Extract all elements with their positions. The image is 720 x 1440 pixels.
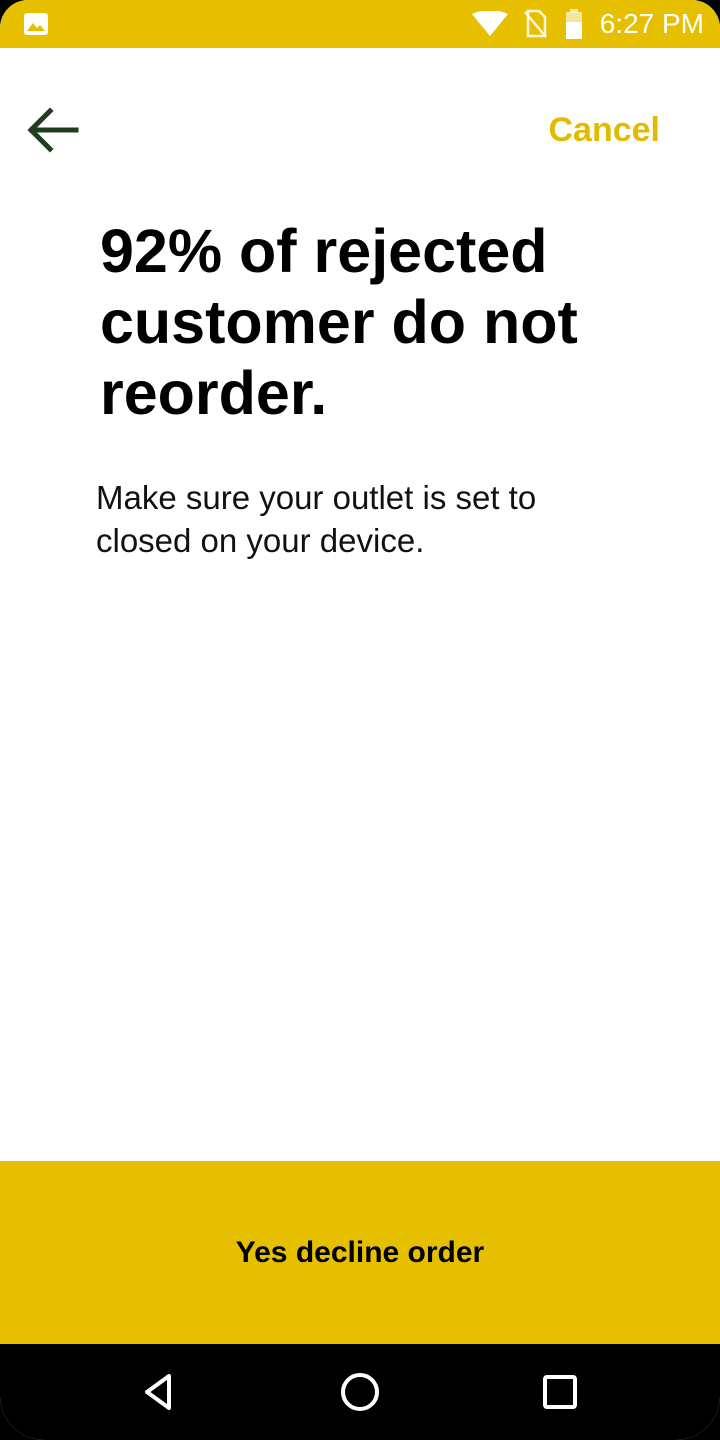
battery-icon (566, 9, 582, 39)
triangle-back-icon (145, 1374, 171, 1410)
decline-order-button[interactable]: Yes decline order (0, 1161, 720, 1344)
wifi-icon (472, 11, 508, 36)
no-sim-icon (524, 9, 547, 38)
nav-home-button[interactable] (336, 1368, 384, 1416)
arrow-left-icon (27, 107, 79, 153)
screen: 6:27 PM Cancel 92% of rejected customer … (0, 0, 720, 1440)
navigation-bar (0, 1344, 720, 1440)
gallery-icon (24, 13, 48, 35)
nav-recents-button[interactable] (536, 1368, 584, 1416)
circle-home-icon (341, 1373, 379, 1411)
cancel-button[interactable]: Cancel (549, 106, 661, 154)
nav-back-button[interactable] (136, 1368, 184, 1416)
back-button[interactable] (20, 98, 84, 162)
status-time: 6:27 PM (599, 8, 704, 39)
square-recents-icon (543, 1375, 577, 1409)
status-bar: 6:27 PM (0, 0, 720, 48)
info-text: Make sure your outlet is set to closed o… (96, 479, 537, 559)
page-title: 92% of rejected customer do not reorder. (100, 217, 578, 427)
